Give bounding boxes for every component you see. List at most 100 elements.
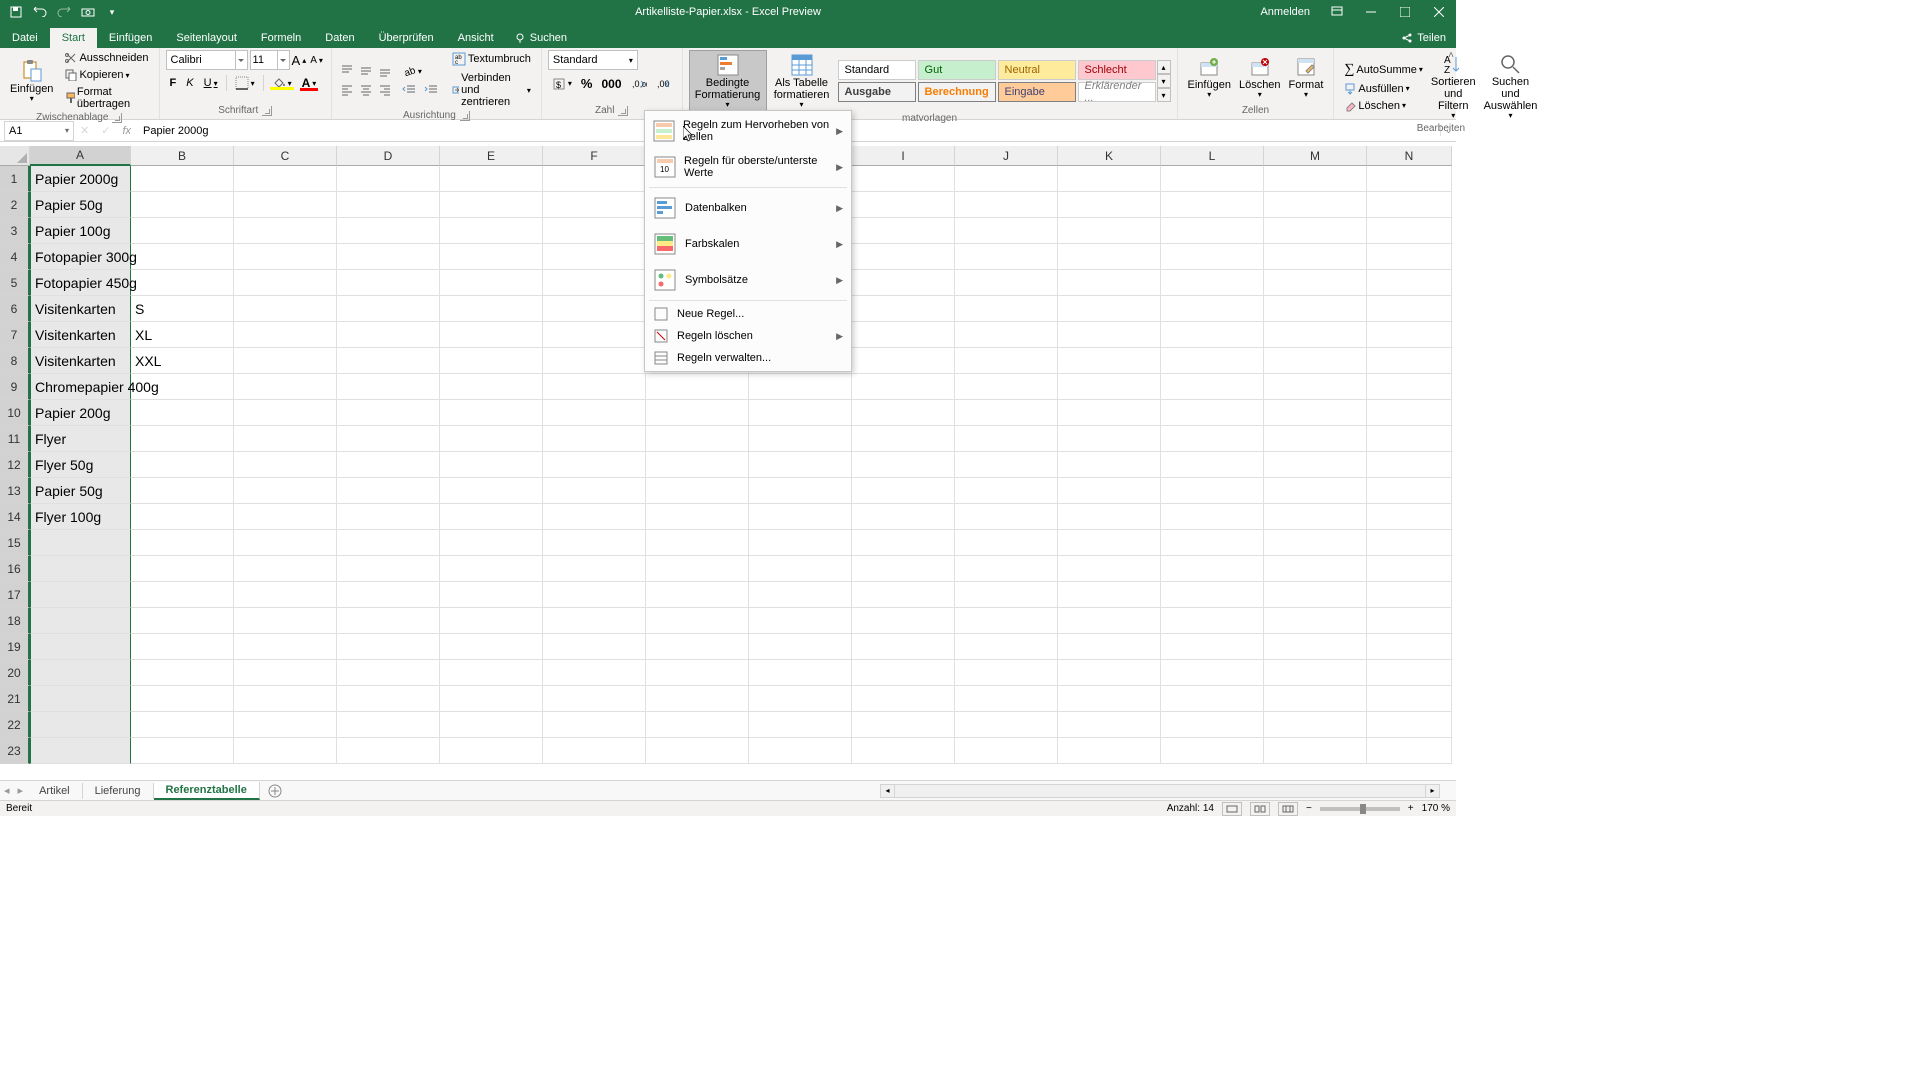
align-left[interactable]: [338, 81, 356, 99]
cell[interactable]: [955, 634, 1058, 660]
cell[interactable]: [234, 582, 337, 608]
row-header[interactable]: 23: [0, 738, 30, 764]
cell[interactable]: [440, 218, 543, 244]
cell[interactable]: [440, 504, 543, 530]
cell[interactable]: [955, 478, 1058, 504]
cell[interactable]: [1058, 244, 1161, 270]
cell[interactable]: [1058, 478, 1161, 504]
dd-highlight-cell-rules[interactable]: Regeln zum Hervorheben von Zellen▶: [645, 113, 851, 149]
cell[interactable]: [440, 296, 543, 322]
cell[interactable]: [1264, 400, 1367, 426]
style-neutral[interactable]: Neutral: [998, 60, 1076, 80]
row-header[interactable]: 11: [0, 426, 30, 452]
cell[interactable]: [646, 374, 749, 400]
cell[interactable]: [131, 634, 234, 660]
cell[interactable]: [852, 374, 955, 400]
hscroll-left[interactable]: ◂: [881, 785, 895, 797]
cell[interactable]: [337, 660, 440, 686]
clear-button[interactable]: Löschen ▾: [1340, 98, 1427, 114]
wrap-text-button[interactable]: abcTextumbruch: [448, 50, 535, 68]
cell[interactable]: [234, 296, 337, 322]
dd-new-rule[interactable]: Neue Regel...: [645, 303, 851, 325]
cell[interactable]: [852, 634, 955, 660]
cell[interactable]: [30, 556, 131, 582]
cell[interactable]: [646, 452, 749, 478]
cell[interactable]: [131, 530, 234, 556]
increase-indent[interactable]: [420, 82, 442, 98]
cell[interactable]: [440, 348, 543, 374]
cell[interactable]: [543, 452, 646, 478]
cell[interactable]: [337, 686, 440, 712]
font-launcher[interactable]: [262, 106, 272, 116]
cell[interactable]: [30, 686, 131, 712]
cell[interactable]: [1264, 348, 1367, 374]
cell[interactable]: [852, 660, 955, 686]
cell[interactable]: [234, 218, 337, 244]
cell[interactable]: [1264, 660, 1367, 686]
cell[interactable]: [30, 582, 131, 608]
cell[interactable]: [955, 192, 1058, 218]
cell[interactable]: [543, 478, 646, 504]
cell[interactable]: [749, 738, 852, 764]
cell[interactable]: [131, 426, 234, 452]
cell[interactable]: [852, 192, 955, 218]
cell[interactable]: [131, 166, 234, 192]
maximize-icon[interactable]: [1388, 0, 1422, 24]
cell[interactable]: XL: [131, 322, 234, 348]
cell[interactable]: [1367, 660, 1452, 686]
cell[interactable]: [955, 738, 1058, 764]
fx-button[interactable]: fx: [116, 125, 137, 137]
cell[interactable]: [543, 582, 646, 608]
cell[interactable]: [337, 296, 440, 322]
cell[interactable]: [543, 244, 646, 270]
cell[interactable]: [1058, 556, 1161, 582]
row-header[interactable]: 8: [0, 348, 30, 374]
cell[interactable]: [749, 582, 852, 608]
cell[interactable]: [955, 400, 1058, 426]
cell[interactable]: [234, 504, 337, 530]
cell[interactable]: [1161, 712, 1264, 738]
cell[interactable]: [852, 478, 955, 504]
cell[interactable]: [131, 270, 234, 296]
align-top[interactable]: [338, 62, 356, 80]
cell[interactable]: [1264, 452, 1367, 478]
cell[interactable]: [749, 556, 852, 582]
cell[interactable]: Papier 2000g: [30, 166, 131, 192]
row-header[interactable]: 19: [0, 634, 30, 660]
dd-icon-sets[interactable]: Symbolsätze▶: [645, 262, 851, 298]
cell[interactable]: [1161, 400, 1264, 426]
cell[interactable]: [440, 270, 543, 296]
cell[interactable]: [543, 166, 646, 192]
cell[interactable]: [1161, 322, 1264, 348]
cell[interactable]: [440, 426, 543, 452]
cell[interactable]: [1161, 452, 1264, 478]
cell[interactable]: [1264, 166, 1367, 192]
cell[interactable]: [337, 608, 440, 634]
cell[interactable]: [234, 374, 337, 400]
cell[interactable]: Fotopapier 300g: [30, 244, 131, 270]
cell[interactable]: [1058, 712, 1161, 738]
cell[interactable]: [1264, 478, 1367, 504]
view-page-break[interactable]: [1278, 802, 1298, 816]
cell[interactable]: [646, 582, 749, 608]
conditional-formatting-button[interactable]: Bedingte Formatierung▾: [689, 50, 767, 113]
cell[interactable]: [1058, 634, 1161, 660]
cell[interactable]: [543, 348, 646, 374]
cell[interactable]: [1058, 270, 1161, 296]
cell[interactable]: Papier 50g: [30, 192, 131, 218]
cell[interactable]: [1367, 504, 1452, 530]
cell[interactable]: [1161, 166, 1264, 192]
cell[interactable]: [646, 426, 749, 452]
cell[interactable]: [1058, 686, 1161, 712]
cell[interactable]: [1058, 608, 1161, 634]
bold-button[interactable]: F: [166, 75, 181, 91]
row-header[interactable]: 15: [0, 530, 30, 556]
cell[interactable]: [1058, 218, 1161, 244]
cell[interactable]: [440, 686, 543, 712]
clipboard-launcher[interactable]: [112, 113, 122, 123]
cell[interactable]: [234, 322, 337, 348]
cell[interactable]: [1058, 348, 1161, 374]
cell[interactable]: [749, 504, 852, 530]
decrease-indent[interactable]: [398, 82, 420, 98]
cell[interactable]: [337, 530, 440, 556]
